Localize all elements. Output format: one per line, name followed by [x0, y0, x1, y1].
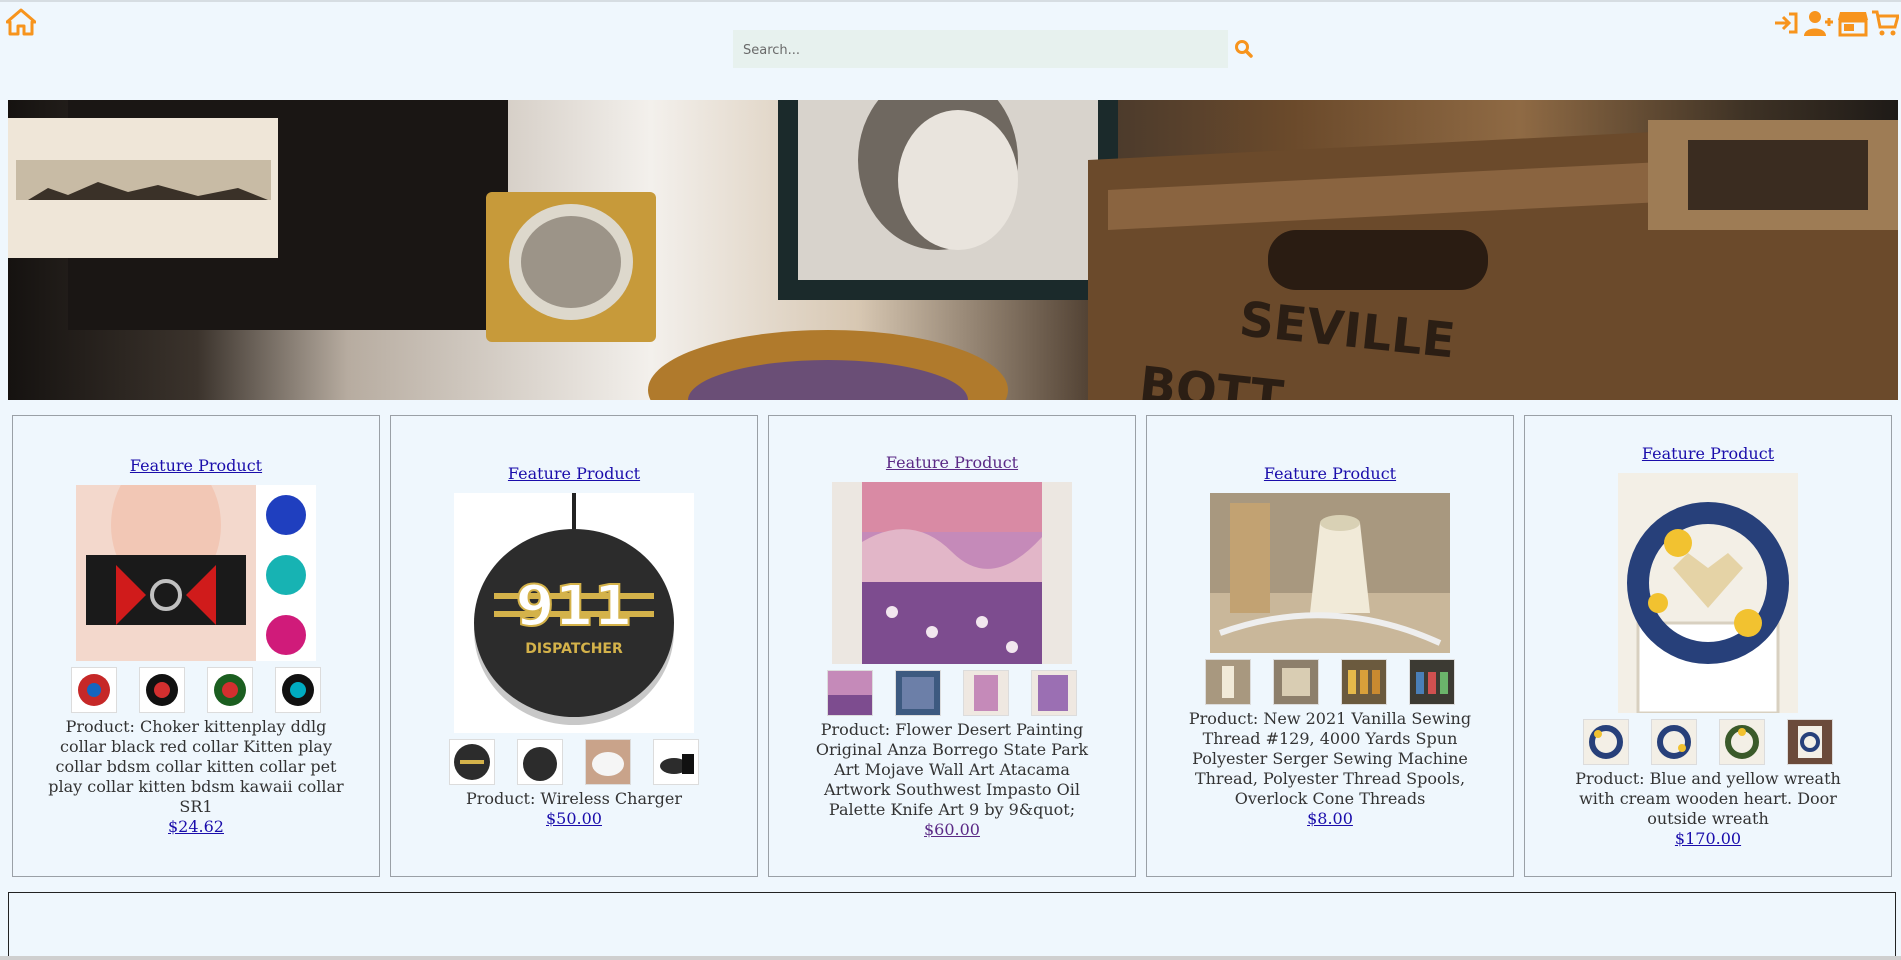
- product-price[interactable]: $60.00: [924, 820, 980, 839]
- thumbnail[interactable]: [827, 670, 873, 716]
- product-price[interactable]: $8.00: [1307, 809, 1353, 828]
- thumbnail[interactable]: [1583, 719, 1629, 765]
- product-name: Product: New 2021 Vanilla Sewing Thread …: [1188, 709, 1472, 808]
- cart-icon[interactable]: [1871, 9, 1900, 37]
- search-bar: [733, 30, 1228, 70]
- product-name: Product: Flower Desert Painting Original…: [815, 720, 1089, 819]
- top-border: [0, 0, 1901, 2]
- thumbnail[interactable]: [1409, 659, 1455, 705]
- featured-products: Feature Product Product: Choker kittenpl…: [12, 415, 1892, 877]
- product-price[interactable]: $50.00: [546, 809, 602, 828]
- home-icon[interactable]: [5, 8, 37, 36]
- thumbnail[interactable]: [1341, 659, 1387, 705]
- feature-product-link[interactable]: Feature Product: [1642, 444, 1774, 463]
- product-card: Feature Product 911 DISPATCHER Product: …: [390, 415, 758, 877]
- product-card: Feature Product Product: Flower Desert P…: [768, 415, 1136, 877]
- product-image[interactable]: [76, 485, 316, 661]
- search-input[interactable]: [741, 30, 1165, 70]
- product-image[interactable]: [1210, 493, 1450, 653]
- product-name: Product: Blue and yellow wreath with cre…: [1575, 769, 1841, 828]
- product-card: Feature Product Product: Blue and yellow…: [1524, 415, 1892, 877]
- thumbnail[interactable]: [139, 667, 185, 713]
- thumbnail[interactable]: [1031, 670, 1077, 716]
- search-icon[interactable]: [1234, 38, 1254, 60]
- thumbnail[interactable]: [1787, 719, 1833, 765]
- thumbnail-strip: [827, 670, 1077, 716]
- thumbnail-strip: [71, 667, 321, 713]
- product-image[interactable]: [832, 482, 1072, 664]
- store-icon[interactable]: [1837, 9, 1869, 37]
- product-image[interactable]: 911 DISPATCHER: [454, 493, 694, 733]
- hero-banner-image: SEVILLE BOTT: [8, 100, 1898, 400]
- thumbnail[interactable]: [653, 739, 699, 785]
- feature-product-link[interactable]: Feature Product: [130, 456, 262, 475]
- thumbnail[interactable]: [71, 667, 117, 713]
- svg-text:DISPATCHER: DISPATCHER: [525, 641, 623, 657]
- product-price[interactable]: $170.00: [1675, 829, 1741, 848]
- thumbnail[interactable]: [585, 739, 631, 785]
- product-image[interactable]: [1618, 473, 1798, 713]
- sign-in-icon[interactable]: [1773, 9, 1799, 37]
- thumbnail[interactable]: [1651, 719, 1697, 765]
- svg-text:911: 911: [516, 574, 633, 639]
- thumbnail[interactable]: [517, 739, 563, 785]
- thumbnail[interactable]: [1719, 719, 1765, 765]
- feature-product-link[interactable]: Feature Product: [508, 464, 640, 483]
- footer-section: [8, 892, 1896, 958]
- thumbnail[interactable]: [1273, 659, 1319, 705]
- product-name: Product: Wireless Charger: [465, 789, 683, 808]
- product-price[interactable]: $24.62: [168, 817, 224, 836]
- product-card: Feature Product Product: New 2021 Vanill…: [1146, 415, 1514, 877]
- product-card: Feature Product Product: Choker kittenpl…: [12, 415, 380, 877]
- thumbnail[interactable]: [207, 667, 253, 713]
- thumbnail[interactable]: [895, 670, 941, 716]
- thumbnail-strip: [1583, 719, 1833, 765]
- user-plus-icon[interactable]: [1801, 9, 1835, 37]
- thumbnail-strip: [449, 739, 699, 785]
- account-toolbar: [1773, 9, 1900, 37]
- thumbnail[interactable]: [963, 670, 1009, 716]
- thumbnail-strip: [1205, 659, 1455, 705]
- thumbnail[interactable]: [1205, 659, 1251, 705]
- product-name: Product: Choker kittenplay ddlg collar b…: [48, 717, 344, 816]
- thumbnail[interactable]: [449, 739, 495, 785]
- feature-product-link[interactable]: Feature Product: [886, 453, 1018, 472]
- feature-product-link[interactable]: Feature Product: [1264, 464, 1396, 483]
- horizontal-scrollbar[interactable]: [0, 956, 1901, 960]
- thumbnail[interactable]: [275, 667, 321, 713]
